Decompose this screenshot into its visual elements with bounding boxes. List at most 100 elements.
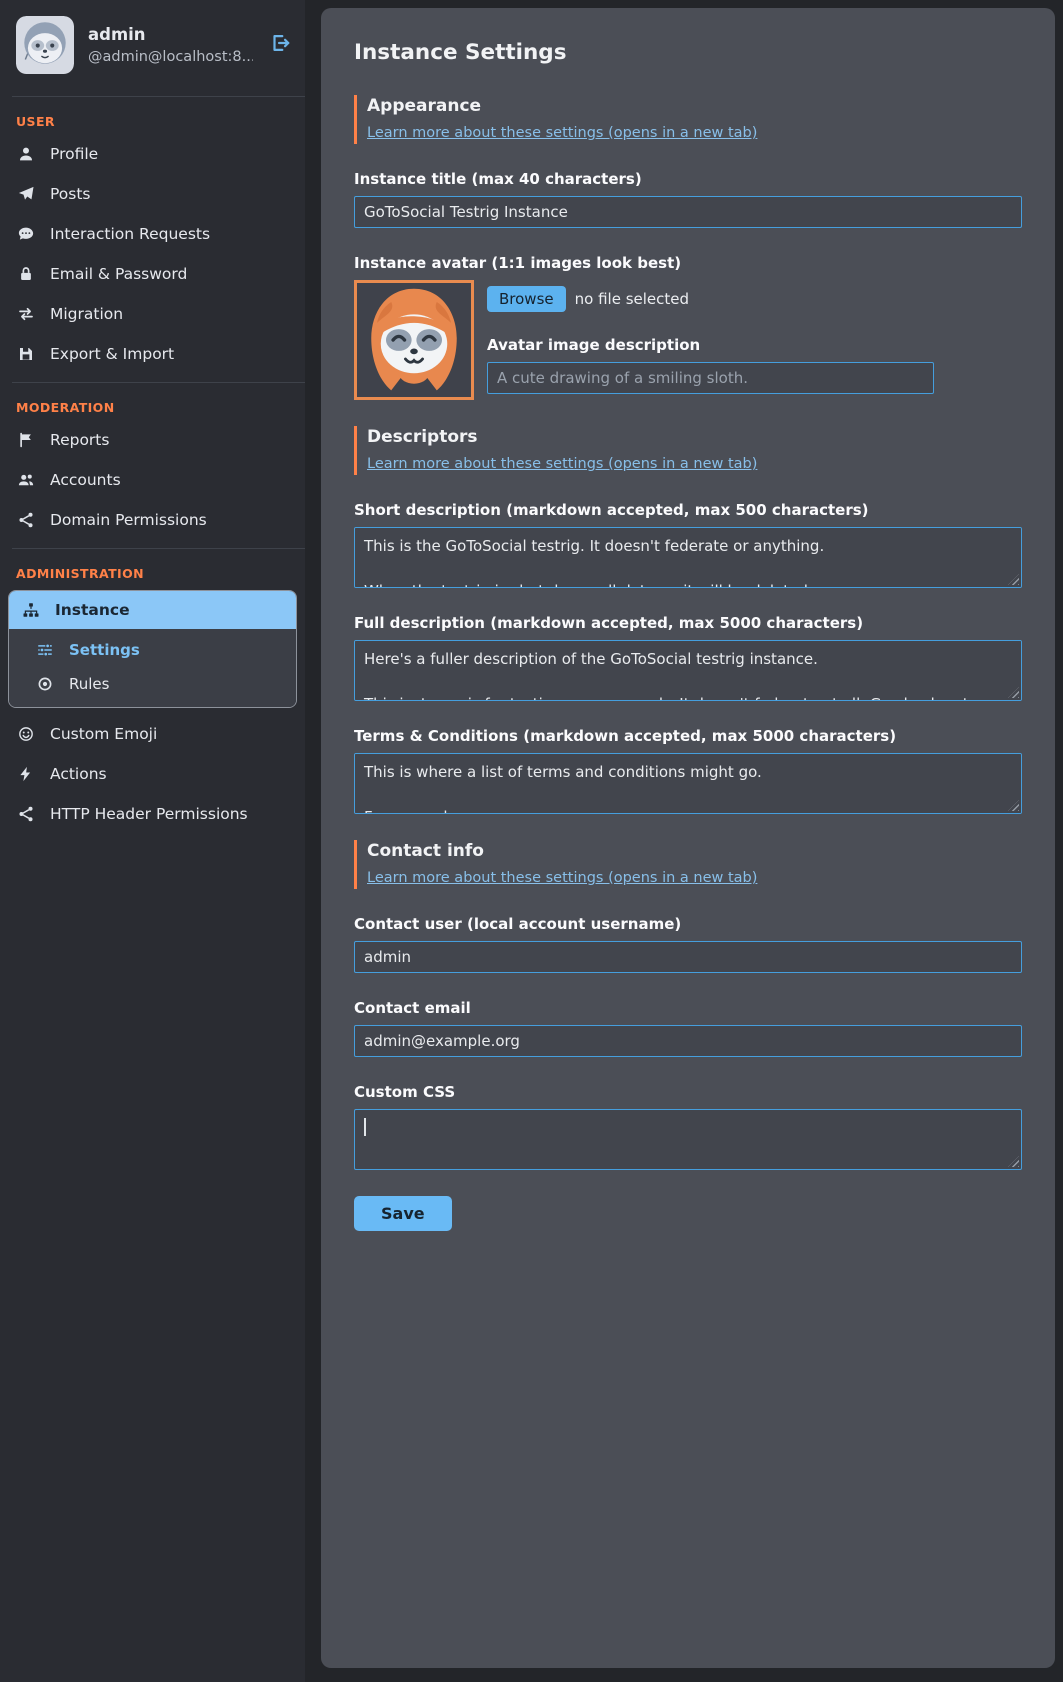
- descriptors-section-header: Descriptors Learn more about these setti…: [354, 426, 1022, 475]
- appearance-learn-more-link[interactable]: Learn more about these settings (opens i…: [367, 125, 757, 141]
- sidebar-item-label: Export & Import: [50, 345, 174, 363]
- full-description-label: Full description (markdown accepted, max…: [354, 614, 1022, 632]
- instance-submenu: Settings Rules: [9, 629, 296, 707]
- paper-plane-icon: [16, 185, 36, 203]
- user-handle: @admin@localhost:8...: [88, 49, 253, 65]
- contact-heading: Contact info: [367, 841, 1022, 861]
- descriptors-heading: Descriptors: [367, 427, 1022, 447]
- custom-css-label: Custom CSS: [354, 1083, 1022, 1101]
- sidebar-item-custom-emoji[interactable]: Custom Emoji: [0, 714, 305, 754]
- sidebar-item-label: Email & Password: [50, 265, 187, 283]
- sidebar-item-profile[interactable]: Profile: [0, 134, 305, 174]
- instance-avatar-field: Instance avatar (1:1 images look best): [354, 254, 1022, 400]
- sidebar-item-http-header-permissions[interactable]: HTTP Header Permissions: [0, 794, 305, 834]
- sidebar-item-domain-permissions[interactable]: Domain Permissions: [0, 500, 305, 540]
- full-description-textarea[interactable]: Here's a fuller description of the GoToS…: [354, 640, 1022, 701]
- browse-button[interactable]: Browse: [487, 286, 566, 312]
- contact-learn-more-link[interactable]: Learn more about these settings (opens i…: [367, 870, 757, 886]
- sidebar-item-rules[interactable]: Rules: [9, 667, 296, 701]
- sidebar-item-label: Posts: [50, 185, 91, 203]
- save-button[interactable]: Save: [354, 1196, 452, 1231]
- contact-email-field: Contact email: [354, 999, 1022, 1057]
- logout-icon[interactable]: [267, 30, 293, 60]
- appearance-heading: Appearance: [367, 96, 1022, 116]
- instance-title-label: Instance title (max 40 characters): [354, 170, 1022, 188]
- sidebar-item-label: Profile: [50, 145, 98, 163]
- custom-css-field: Custom CSS: [354, 1083, 1022, 1170]
- sidebar-item-posts[interactable]: Posts: [0, 174, 305, 214]
- instance-avatar-image: [354, 280, 474, 400]
- contact-user-field: Contact user (local account username): [354, 915, 1022, 973]
- sidebar-item-label: Custom Emoji: [50, 725, 157, 743]
- smiley-icon: [16, 725, 36, 743]
- sidebar-item-label: Settings: [69, 641, 140, 659]
- sidebar-item-label: Actions: [50, 765, 107, 783]
- sidebar-item-instance[interactable]: Instance: [9, 591, 296, 629]
- sidebar-item-label: Instance: [55, 601, 130, 619]
- custom-css-textarea[interactable]: [354, 1109, 1022, 1170]
- sidebar-section-user: USER: [0, 101, 305, 134]
- floppy-disk-icon: [16, 345, 36, 363]
- instance-nav-group: Instance Settings Rules: [8, 590, 297, 708]
- short-description-textarea[interactable]: This is the GoToSocial testrig. It doesn…: [354, 527, 1022, 588]
- circle-dot-icon: [35, 675, 55, 693]
- sidebar-section-administration: ADMINISTRATION: [0, 553, 305, 586]
- sidebar-item-migration[interactable]: Migration: [0, 294, 305, 334]
- user-avatar: [16, 16, 74, 74]
- sidebar: admin @admin@localhost:8... USER Profile…: [0, 0, 305, 1682]
- page-title: Instance Settings: [354, 40, 1022, 65]
- descriptors-learn-more-link[interactable]: Learn more about these settings (opens i…: [367, 456, 757, 472]
- avatar-description-label: Avatar image description: [487, 336, 1022, 354]
- sidebar-item-interaction-requests[interactable]: Interaction Requests: [0, 214, 305, 254]
- contact-section-header: Contact info Learn more about these sett…: [354, 840, 1022, 889]
- terms-label: Terms & Conditions (markdown accepted, m…: [354, 727, 1022, 745]
- sidebar-item-actions[interactable]: Actions: [0, 754, 305, 794]
- share-nodes-icon: [16, 511, 36, 529]
- divider: [12, 548, 305, 549]
- sidebar-section-moderation: MODERATION: [0, 387, 305, 420]
- sidebar-item-label: HTTP Header Permissions: [50, 805, 248, 823]
- divider: [12, 382, 305, 383]
- instance-avatar-label: Instance avatar (1:1 images look best): [354, 254, 1022, 272]
- user-card[interactable]: admin @admin@localhost:8...: [0, 0, 305, 88]
- sidebar-item-settings[interactable]: Settings: [9, 633, 296, 667]
- sidebar-item-export-import[interactable]: Export & Import: [0, 334, 305, 374]
- short-description-field: Short description (markdown accepted, ma…: [354, 501, 1022, 588]
- bolt-icon: [16, 765, 36, 783]
- short-description-label: Short description (markdown accepted, ma…: [354, 501, 1022, 519]
- contact-email-input[interactable]: [354, 1025, 1022, 1057]
- lock-icon: [16, 265, 36, 283]
- contact-email-label: Contact email: [354, 999, 1022, 1017]
- instance-title-input[interactable]: [354, 196, 1022, 228]
- terms-field: Terms & Conditions (markdown accepted, m…: [354, 727, 1022, 814]
- sidebar-item-accounts[interactable]: Accounts: [0, 460, 305, 500]
- share-nodes-icon: [16, 805, 36, 823]
- sidebar-item-label: Interaction Requests: [50, 225, 210, 243]
- appearance-section-header: Appearance Learn more about these settin…: [354, 95, 1022, 144]
- sidebar-item-email-password[interactable]: Email & Password: [0, 254, 305, 294]
- sidebar-item-label: Migration: [50, 305, 123, 323]
- sidebar-item-label: Accounts: [50, 471, 121, 489]
- terms-textarea[interactable]: This is where a list of terms and condit…: [354, 753, 1022, 814]
- full-description-field: Full description (markdown accepted, max…: [354, 614, 1022, 701]
- text-cursor: [364, 1118, 366, 1136]
- sidebar-item-reports[interactable]: Reports: [0, 420, 305, 460]
- avatar-description-input[interactable]: [487, 362, 934, 394]
- user-display-name: admin: [88, 25, 253, 44]
- file-status-text: no file selected: [575, 290, 689, 308]
- arrows-left-right-icon: [16, 305, 36, 323]
- instance-settings-panel: Instance Settings Appearance Learn more …: [321, 8, 1055, 1668]
- sitemap-icon: [21, 601, 41, 619]
- sidebar-item-label: Domain Permissions: [50, 511, 207, 529]
- contact-user-label: Contact user (local account username): [354, 915, 1022, 933]
- flag-icon: [16, 431, 36, 449]
- users-icon: [16, 471, 36, 489]
- sidebar-item-label: Reports: [50, 431, 109, 449]
- instance-title-field: Instance title (max 40 characters): [354, 170, 1022, 228]
- user-icon: [16, 145, 36, 163]
- comment-dots-icon: [16, 225, 36, 243]
- sidebar-item-label: Rules: [69, 675, 109, 693]
- contact-user-input[interactable]: [354, 941, 1022, 973]
- divider: [12, 96, 305, 97]
- sliders-icon: [35, 641, 55, 659]
